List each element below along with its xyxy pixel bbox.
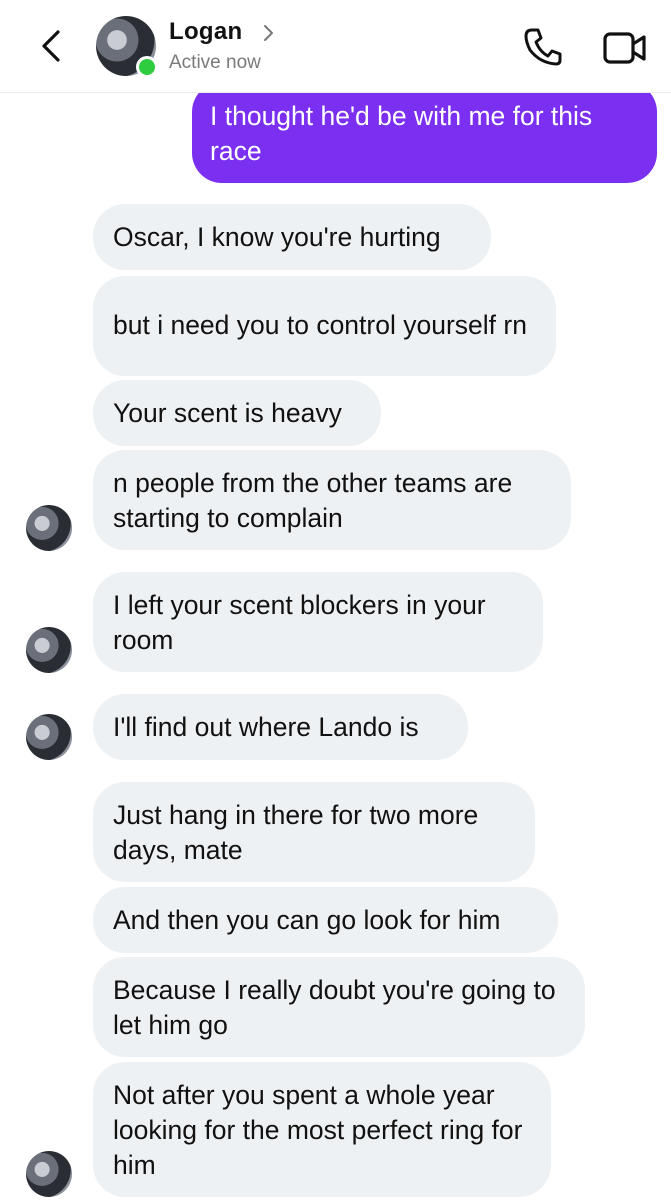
back-chevron-icon[interactable] bbox=[30, 24, 74, 68]
received-message[interactable]: but i need you to control yourself rn bbox=[93, 276, 556, 376]
received-message[interactable]: I left your scent blockers in your room bbox=[93, 572, 543, 672]
chat-header: Logan Active now bbox=[0, 0, 671, 93]
contact-name[interactable]: Logan bbox=[169, 18, 243, 46]
sender-avatar[interactable] bbox=[26, 505, 72, 551]
received-message[interactable]: n people from the other teams are starti… bbox=[93, 450, 571, 550]
sender-avatar[interactable] bbox=[26, 1151, 72, 1197]
received-message[interactable]: Just hang in there for two more days, ma… bbox=[93, 782, 535, 882]
received-message[interactable]: Not after you spent a whole year looking… bbox=[93, 1062, 551, 1197]
chevron-right-icon[interactable] bbox=[260, 22, 276, 44]
received-message[interactable]: And then you can go look for him bbox=[93, 887, 558, 953]
online-status-dot bbox=[136, 56, 158, 78]
received-message[interactable]: I'll find out where Lando is bbox=[93, 694, 468, 760]
sender-avatar[interactable] bbox=[26, 714, 72, 760]
received-message[interactable]: Oscar, I know you're hurting bbox=[93, 204, 491, 270]
video-camera-icon[interactable] bbox=[602, 30, 648, 66]
received-message[interactable]: Because I really doubt you're going to l… bbox=[93, 957, 585, 1057]
received-message[interactable]: Your scent is heavy bbox=[93, 380, 381, 446]
sent-message[interactable]: I thought he'd be with me for this race bbox=[192, 82, 657, 183]
sender-avatar[interactable] bbox=[26, 627, 72, 673]
phone-icon[interactable] bbox=[522, 26, 564, 68]
active-status: Active now bbox=[169, 52, 261, 73]
